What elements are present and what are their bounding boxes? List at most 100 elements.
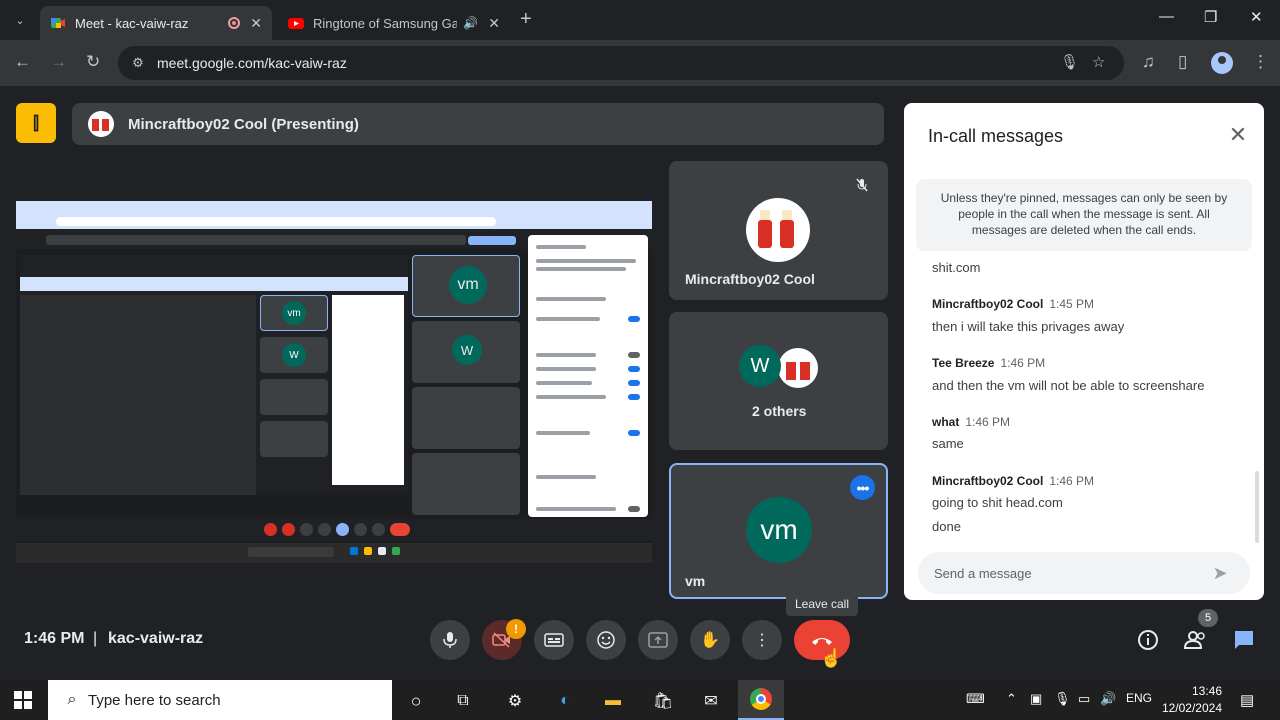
language-indicator[interactable]: ENG (1126, 691, 1152, 705)
presenter-avatar (746, 198, 810, 262)
participant-name: vm (685, 573, 706, 589)
microphone-icon[interactable]: 🎙 (1060, 53, 1079, 71)
shared-presenting-pill (46, 235, 466, 245)
chat-message-input[interactable] (918, 552, 1250, 594)
volume-icon[interactable]: 🔊 (1100, 691, 1116, 707)
close-window-icon[interactable]: ✕ (1250, 8, 1263, 26)
people-icon[interactable] (1184, 628, 1208, 652)
mic-off-icon (853, 176, 871, 194)
task-view-icon[interactable]: ⧉ (450, 688, 476, 714)
taskbar-search-placeholder: Type here to search (88, 692, 221, 709)
new-tab-icon[interactable]: + (520, 8, 532, 31)
panel-toggle (628, 380, 640, 386)
emoji-icon (597, 631, 615, 649)
close-tab-icon[interactable]: ✕ (488, 15, 500, 32)
cortana-icon[interactable]: ○ (403, 688, 429, 714)
hang-up-icon (812, 638, 832, 645)
present-button[interactable] (638, 620, 678, 660)
taskbar-time[interactable]: 13:46 (1164, 684, 1222, 698)
panel-text-line (536, 297, 606, 301)
windows-start-icon[interactable] (14, 691, 32, 709)
chat-panel: In-call messages ✕ Unless they're pinned… (904, 103, 1264, 600)
address-bar[interactable]: ⚙ meet.google.com/kac-vaiw-raz 🎙 ☆ (118, 46, 1124, 80)
site-info-icon[interactable]: ⚙ (128, 53, 148, 73)
file-explorer-icon[interactable]: ▬ (600, 688, 626, 714)
close-icon[interactable]: ✕ (1226, 122, 1250, 147)
message-sender: Mincraftboy02 Cool (932, 297, 1044, 311)
chrome-icon[interactable] (750, 688, 772, 710)
taskbar-search-box[interactable]: ⌕ Type here to search (48, 680, 392, 720)
panel-text-line (536, 475, 596, 479)
present-screen-icon (648, 632, 668, 648)
browser-menu-icon[interactable]: ⋮ (1252, 52, 1269, 72)
side-panel-icon[interactable]: ▯ (1178, 52, 1187, 72)
nested-participant-tiles: vm W (260, 295, 328, 485)
restore-icon[interactable]: ❐ (1204, 8, 1217, 26)
shared-tile: W (412, 321, 520, 383)
settings-icon[interactable]: ⚙ (502, 688, 528, 714)
minimize-icon[interactable]: — (1159, 8, 1174, 25)
mail-icon[interactable]: ✉ (698, 688, 724, 714)
chat-scrollbar[interactable] (1255, 471, 1259, 543)
edge-icon[interactable]: ◐ (552, 688, 578, 714)
shared-control-dot (282, 523, 295, 536)
close-tab-icon[interactable]: ✕ (250, 15, 262, 32)
camera-tray-icon[interactable]: ▣ (1030, 691, 1042, 707)
shared-participant-tiles: vm W (412, 255, 520, 517)
shared-control-dot (264, 523, 277, 536)
message-text: shit.com (932, 260, 981, 275)
meeting-clock: 1:46 PM (24, 630, 85, 647)
back-icon[interactable]: ← (14, 52, 31, 72)
meeting-code: kac-vaiw-raz (108, 630, 204, 647)
shared-host-controls-panel (528, 235, 648, 517)
media-control-icon[interactable]: ♫ (1142, 52, 1155, 72)
mouse-cursor-icon: ☝ (820, 648, 843, 668)
message-header: Mincraftboy02 Cool 1:45 PM (932, 297, 1094, 311)
profile-avatar-icon[interactable] (1211, 52, 1233, 74)
keyboard-icon[interactable]: ⌨ (966, 691, 985, 707)
tab-search-icon[interactable]: ⌄ (8, 8, 32, 32)
forward-icon[interactable]: → (50, 52, 67, 72)
nested-tile (260, 421, 328, 457)
audio-playing-icon[interactable]: 🔊 (463, 16, 478, 30)
hand-icon: ✋ (700, 632, 720, 649)
chat-title: In-call messages (928, 126, 1064, 146)
show-hidden-icons-icon[interactable]: ⌃ (1006, 691, 1017, 707)
meeting-details-icon[interactable] (1136, 628, 1160, 652)
bookmark-star-icon[interactable]: ☆ (1092, 53, 1105, 71)
tab-strip: ⌄ Meet - kac-vaiw-raz ✕ Ringtone of Sams… (0, 0, 1280, 40)
meet-activity-icon[interactable]: ⫿ (16, 103, 56, 143)
youtube-favicon-icon (288, 18, 304, 29)
panel-text-line (536, 259, 636, 263)
shared-taskbar-search (248, 547, 334, 557)
browser-toolbar: ← → ↻ ⚙ meet.google.com/kac-vaiw-raz 🎙 ☆… (0, 40, 1280, 86)
tab-meet[interactable]: Meet - kac-vaiw-raz ✕ (40, 6, 272, 40)
more-options-button[interactable]: ⋮ (742, 620, 782, 660)
shared-tile-avatar: W (452, 335, 482, 365)
taskbar-date[interactable]: 12/02/2024 (1154, 701, 1222, 715)
raise-hand-button[interactable]: ✋ (690, 620, 730, 660)
shared-stop-presenting (468, 236, 516, 245)
reload-icon[interactable]: ↻ (86, 52, 100, 72)
store-icon[interactable]: 🛍 (650, 688, 676, 714)
shared-control-dot (354, 523, 367, 536)
network-icon[interactable]: ▭ (1078, 691, 1090, 707)
shared-screen: vm W vm W (16, 201, 652, 563)
captions-button[interactable] (534, 620, 574, 660)
send-icon[interactable]: ➤ (1209, 562, 1231, 584)
notifications-icon[interactable]: ▤ (1240, 691, 1254, 709)
microphone-button[interactable] (430, 620, 470, 660)
nested-shared-screen: vm W (20, 255, 408, 495)
reactions-button[interactable] (586, 620, 626, 660)
message-text: and then the vm will not be able to scre… (932, 378, 1205, 393)
participant-tile-others[interactable]: 2 others (669, 312, 888, 450)
tab-youtube[interactable]: Ringtone of Samsung Galaxy 🔊 ✕ (278, 6, 510, 40)
chat-icon[interactable] (1232, 628, 1256, 652)
more-options-icon[interactable]: ••• (850, 475, 875, 500)
microphone-tray-icon[interactable]: 🎙 (1054, 691, 1071, 707)
windows-taskbar: ⌕ Type here to search ○ ⧉ ⚙ ◐ ▬ 🛍 ✉ ⌨ ⌃ … (0, 680, 1280, 720)
panel-toggle (628, 316, 640, 322)
message-text: going to shit head.com (932, 495, 1063, 510)
separator: | (93, 630, 98, 647)
tab-title: Meet - kac-vaiw-raz (75, 15, 189, 31)
